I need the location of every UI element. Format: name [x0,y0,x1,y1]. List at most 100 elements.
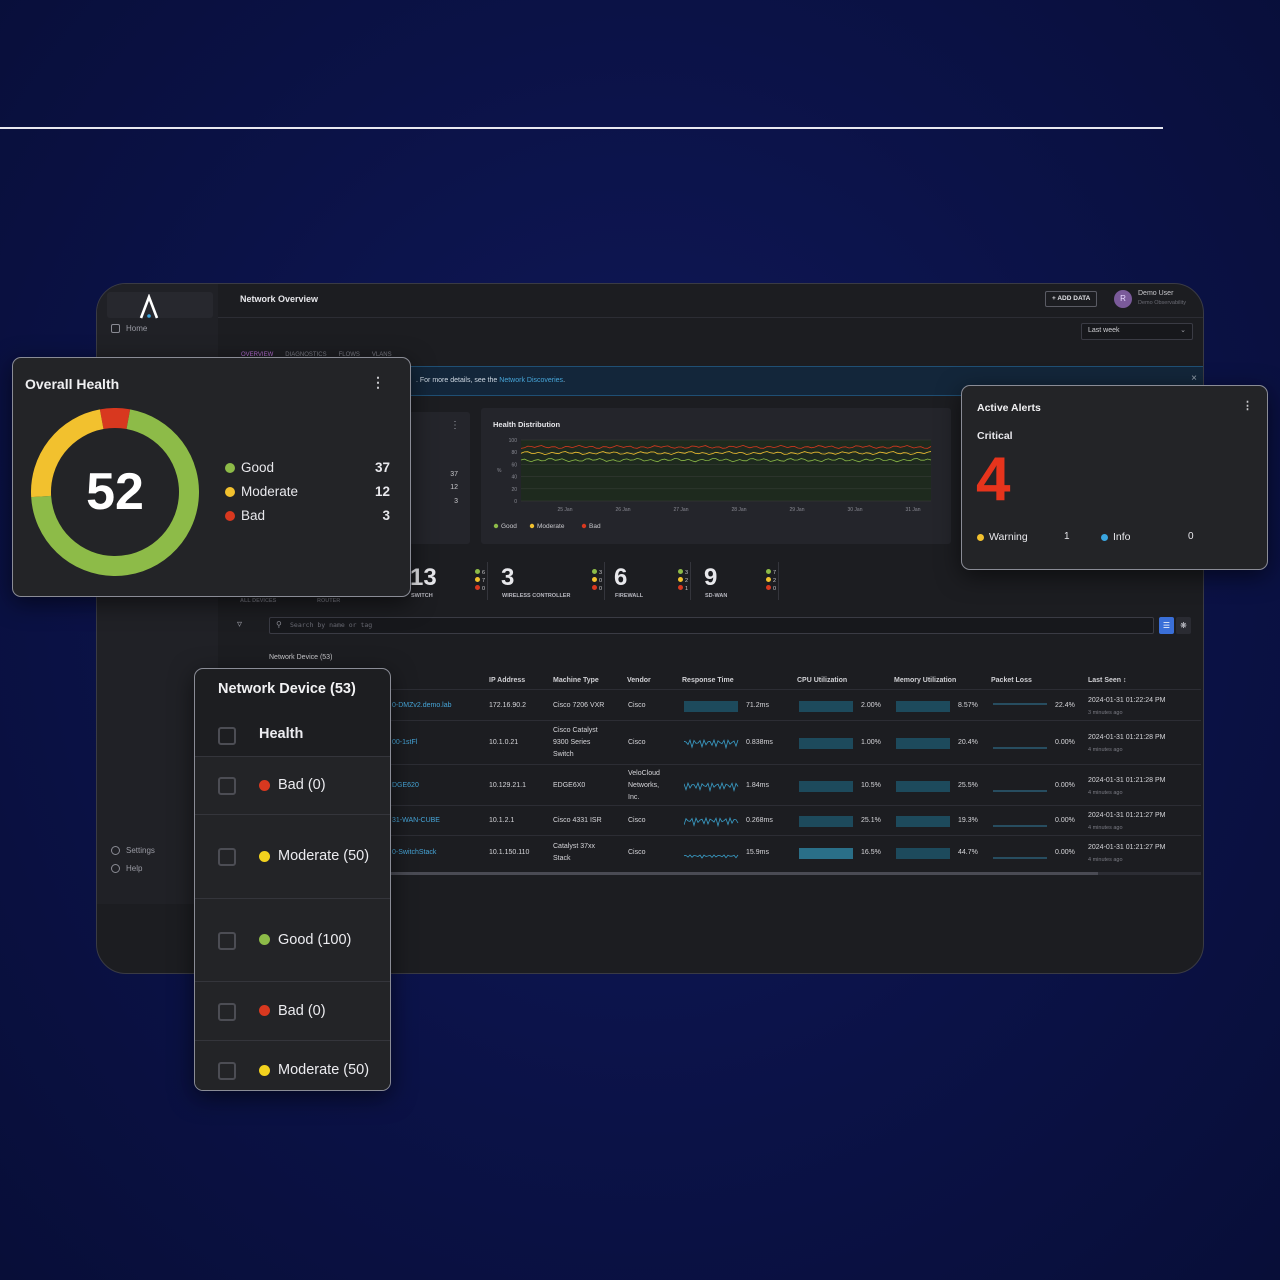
warning-dot [977,533,984,541]
x-tick-label: 26 Jan [615,507,630,513]
sidebar-item-settings[interactable]: Settings [111,846,155,855]
device-name-link[interactable]: 0-DMZv2.demo.lab [392,700,452,712]
category-count[interactable]: 13 [410,564,437,592]
filter-checkbox[interactable] [218,1002,236,1021]
legend-item-moderate[interactable]: Moderate 12 [225,484,390,499]
breakdown-count: 3 [599,570,603,576]
settings-view-button[interactable]: ❋ [1176,617,1191,634]
filter-checkbox[interactable] [218,777,236,795]
status-dot [259,850,270,862]
device-name-link[interactable]: DGE620 [392,780,419,792]
filter-option[interactable]: Moderate (50) [195,815,390,899]
sidebar-item-help[interactable]: Help [111,864,142,873]
sparkline-line [684,853,739,859]
column-header[interactable]: CPU Utilization [797,677,847,684]
category-count[interactable]: 9 [704,564,717,592]
category-label: SWITCH [411,593,433,599]
category-label: FIREWALL [615,593,644,599]
device-name-link[interactable]: 00-1stFl [392,737,417,749]
warning-label[interactable]: Warning [977,531,1028,543]
status-dot [766,569,771,574]
column-header[interactable]: Vendor [627,677,651,684]
response-time-sparkline [684,700,738,712]
sparkline-line [684,816,739,828]
filter-option-label: Bad (0) [259,1003,326,1019]
category-count[interactable]: 3 [501,564,514,592]
column-header[interactable]: Response Time [682,677,734,684]
last-seen-ago: 3 minutes ago [1088,709,1123,716]
column-header[interactable]: IP Address [489,677,525,684]
filter-option[interactable]: Good (100) [195,899,390,982]
donut-slice-bad[interactable] [99,408,131,430]
memory-utilization: 44.7% [958,847,978,859]
add-data-button[interactable]: + ADD DATA [1045,291,1098,307]
filter-icon[interactable]: ▿ [237,619,242,630]
column-header[interactable]: Machine Type [553,677,599,684]
memory-utilization-line: 8.57% [958,701,978,709]
time-range-select[interactable]: Last week ⌄ [1081,323,1193,340]
last-seen-time: 2024-01-31 01:21:27 PM [1088,812,1166,819]
filter-header-row: Health [195,713,390,757]
column-header[interactable]: Memory Utilization [894,677,956,684]
card-title: Network Device (53) [218,681,356,697]
column-header[interactable]: Last Seen ↕ [1088,677,1127,684]
legend-count: 12 [374,484,390,499]
status-dot [259,1005,270,1016]
sidebar-item-home[interactable]: Home [111,324,147,333]
close-icon[interactable]: × [1191,373,1197,384]
search-input[interactable]: ⚲ Search by name or tag [269,617,1154,634]
memory-utilization: 25.5% [958,780,978,792]
info-label[interactable]: Info [1101,531,1131,543]
category-count[interactable]: 6 [614,564,627,592]
ip-address-line: 10.1.150.110 [489,848,530,856]
filter-checkbox[interactable] [218,931,236,950]
status-dot [592,569,597,574]
more-menu-icon[interactable]: ⋮ [1242,399,1253,412]
sparkline-area [799,847,853,859]
filter-checkbox[interactable] [218,1062,236,1080]
more-menu-icon[interactable]: ⋮ [450,420,460,431]
column-header[interactable]: Packet Loss [991,677,1032,684]
ip-address: 10.1.2.1 [489,815,514,827]
x-tick-label: 25 Jan [557,507,572,513]
filter-option[interactable]: Bad (0) [195,757,390,815]
ip-address-line: 10.129.21.1 [489,781,526,789]
vendor: VeloCloud Networks, Inc. [628,768,660,804]
select-all-checkbox[interactable] [218,727,236,745]
good-count: 37 [450,471,458,478]
filter-option[interactable]: Bad (0) [195,982,390,1041]
last-seen: 2024-01-31 01:21:28 PM 4 minutes ago [1088,775,1165,799]
logo-icon [139,294,159,319]
machine-type: Cisco 4331 ISR [553,815,602,827]
cpu-utilization-line: 1.00% [861,739,881,746]
breakdown-row: 2 [766,577,776,585]
ip-address-line: 10.1.2.1 [489,817,515,824]
last-seen-ago: 4 minutes ago [1088,789,1123,796]
device-name-link[interactable]: 31-WAN-CUBE [392,815,440,827]
legend-dot [225,486,235,497]
y-tick-label: 80 [511,450,517,456]
legend-item-good[interactable]: Good 37 [225,460,390,475]
legend-item-bad[interactable]: Bad 3 [225,508,390,523]
response-time: 1.84ms [746,780,769,792]
card-title: Overall Health [25,376,120,392]
network-discoveries-link[interactable]: Network Discoveries [499,377,563,384]
category-divider [778,562,779,600]
filter-header-label: Health [259,726,304,742]
critical-count[interactable]: 4 [976,444,1010,516]
response-time: 0.268ms [746,815,773,827]
breakdown-count: 6 [482,570,486,576]
last-seen-time: 2024-01-31 01:21:28 PM [1088,776,1166,784]
list-view-button[interactable]: ☰ [1159,617,1174,634]
sparkline-line [684,738,739,750]
more-menu-icon[interactable]: ⋮ [371,374,385,391]
legend-dot [225,462,235,473]
sparkline-line [684,781,739,792]
avatar[interactable]: R [1114,290,1132,308]
device-name-link[interactable]: 0-SwitchStack [392,847,436,859]
sidebar-item-label: Help [126,864,143,873]
machine-type-line: 9300 Series [553,739,591,746]
filter-option-text: Moderate (50) [278,1062,370,1078]
filter-option[interactable]: Moderate (50) [195,1041,390,1090]
filter-checkbox[interactable] [218,848,236,866]
